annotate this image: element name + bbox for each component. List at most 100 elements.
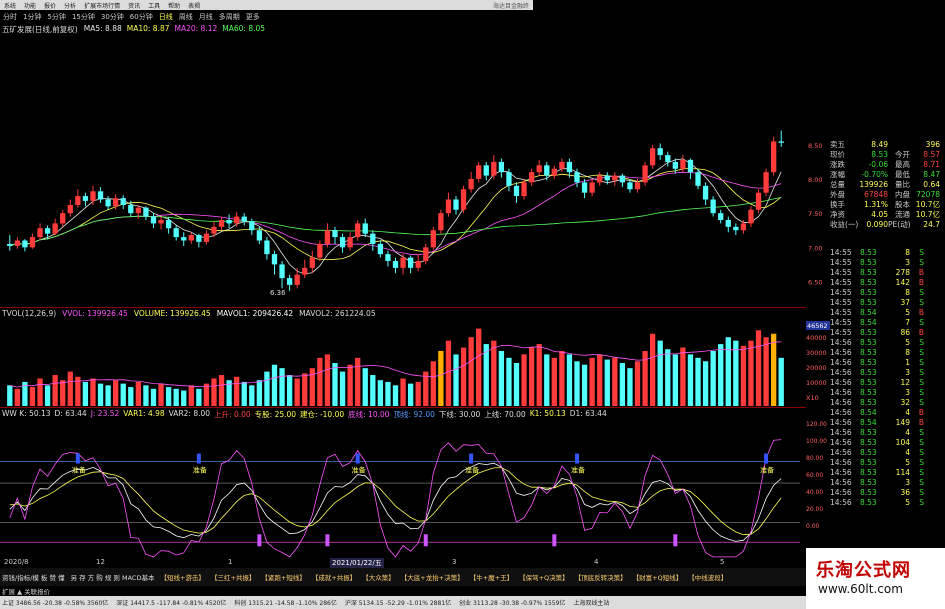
tick-row[interactable]: 14:56 8.53 3 S	[830, 368, 945, 378]
formula-button[interactable]: 【短线+游击】	[160, 572, 204, 582]
tick-side: B	[918, 308, 924, 317]
tick-row[interactable]: 14:55 8.53 8 S	[830, 288, 945, 298]
formula-button[interactable]: 【财富+Q短线】	[633, 572, 683, 582]
tick-row[interactable]: 14:56 8.53 5 S	[830, 458, 945, 468]
period-tab[interactable]: 15分钟	[69, 12, 98, 22]
index-quote[interactable]: 上证 3486.56 -20.38 -0.58% 3560亿	[2, 598, 108, 607]
menu-item[interactable]: 功能	[20, 1, 40, 10]
menu-item[interactable]: 扩展市场行情	[80, 1, 124, 10]
tick-row[interactable]: 14:56 8.53 5 S	[830, 338, 945, 348]
menu-item[interactable]: 分析	[60, 1, 80, 10]
sub-toolbar[interactable]: 扩展 ▲ 关联报价	[2, 586, 50, 596]
index-quote[interactable]: 深证 14417.5 -117.84 -0.81% 4520亿	[116, 598, 226, 607]
tick-row[interactable]: 14:56 8.53 114 S	[830, 468, 945, 478]
period-tab[interactable]: 日线	[156, 12, 176, 22]
formula-button[interactable]: 【牛+魔+王】	[470, 572, 513, 582]
formula-button[interactable]: 【紧跑+短线】	[261, 572, 305, 582]
tick-price: 8.53	[860, 378, 877, 387]
tick-row[interactable]: 14:56 8.53 4 S	[830, 428, 945, 438]
tick-row[interactable]: 14:55 8.54 7 S	[830, 318, 945, 328]
tick-row[interactable]: 14:56 8.54 149 B	[830, 418, 945, 428]
menu-item[interactable]: 资讯	[124, 1, 144, 10]
menu-item[interactable]: 报价	[40, 1, 60, 10]
period-tab[interactable]: 1分钟	[20, 12, 44, 22]
volume-bar	[415, 381, 421, 406]
period-tab[interactable]: 分时	[0, 12, 20, 22]
period-tab[interactable]: 周线	[176, 12, 196, 22]
tick-row[interactable]: 14:56 8.53 5 S	[830, 498, 945, 508]
volume-chart[interactable]	[0, 318, 806, 406]
quote-value: 1.31%	[864, 200, 888, 209]
tick-volume: 3	[905, 368, 910, 377]
formula-button[interactable]: 【大众策】	[362, 572, 395, 582]
volume-bar	[264, 371, 270, 406]
candle-body	[740, 223, 747, 231]
candle-body	[271, 254, 278, 265]
menu-item[interactable]: 工具	[144, 1, 164, 10]
tick-row[interactable]: 14:56 8.53 12 S	[830, 378, 945, 388]
volume-bar	[740, 345, 747, 406]
tick-row[interactable]: 14:55 8.53 37 S	[830, 298, 945, 308]
tick-price: 8.54	[860, 308, 877, 317]
date-axis: 2020/8 12 1 2021/01/22/五 3 4 5	[0, 558, 806, 568]
volume-bar	[105, 385, 111, 406]
tick-row[interactable]: 14:55 8.53 278 B	[830, 268, 945, 278]
candle-body	[536, 165, 542, 173]
formula-button[interactable]: 【成就+共振】	[312, 572, 356, 582]
volume-bar	[339, 371, 346, 406]
quote-value: 8.47	[923, 170, 940, 179]
candle-body	[748, 209, 754, 224]
volume-bar	[665, 349, 671, 406]
index-quote[interactable]: 创业 3113.28 -30.38 -0.97% 1559亿	[459, 598, 565, 607]
period-tab[interactable]: 月线	[196, 12, 216, 22]
index-quote[interactable]: 沪深 5134.15 -52.29 -1.01% 2881亿	[345, 598, 451, 607]
period-tab[interactable]: 30分钟	[98, 12, 127, 22]
tick-row[interactable]: 14:55 8.53 3 S	[830, 258, 945, 268]
tick-volume: 5	[905, 498, 910, 507]
low-price-label: 6.36	[270, 289, 286, 297]
indicator-chart[interactable]: 准备 准备 准备 准备 准备 准备	[0, 418, 806, 558]
date-axis-label: 5	[720, 558, 725, 566]
formula-button[interactable]: 【中线波段】	[688, 572, 727, 582]
period-tab[interactable]: 60分钟	[127, 12, 156, 22]
candle-body	[665, 155, 671, 162]
tick-side: B	[918, 328, 924, 337]
tick-row[interactable]: 14:56 8.53 3 S	[830, 388, 945, 398]
watermark: 乐淘公式网 www.60lt.com	[806, 548, 945, 609]
tick-row[interactable]: 14:56 8.53 8 S	[830, 348, 945, 358]
candle-body	[612, 175, 618, 181]
tick-row[interactable]: 14:56 8.53 32 S	[830, 398, 945, 408]
tick-row[interactable]: 14:56 8.53 1 S	[830, 358, 945, 368]
tick-side: S	[919, 398, 924, 407]
tick-list[interactable]: 14:55 8.53 8 S 14:55 8.53 3 S 14:55 8.53 278 B 14:55…	[830, 248, 945, 508]
tick-row[interactable]: 14:55 8.53 8 S	[830, 248, 945, 258]
tick-row[interactable]: 14:56 8.54 4 B	[830, 408, 945, 418]
tick-price: 8.53	[860, 458, 877, 467]
formula-button[interactable]: 【保驾+Q决策】	[519, 572, 569, 582]
tick-row[interactable]: 14:56 8.53 4 S	[830, 448, 945, 458]
formula-button[interactable]: 资钱/指标/模 板 赞 懂	[2, 572, 65, 582]
formula-button[interactable]: 【三红+共振】	[211, 572, 255, 582]
candlestick-chart[interactable]: 6.36	[0, 34, 806, 334]
index-quote[interactable]: 科创 1315.21 -14.58 -1.10% 286亿	[234, 598, 336, 607]
candle-body	[324, 230, 331, 244]
tick-row[interactable]: 14:56 8.53 104 S	[830, 438, 945, 448]
tick-row[interactable]: 14:55 8.53 142 B	[830, 278, 945, 288]
formula-button[interactable]: 另 存 方 购 规 则 MACD基本	[71, 572, 155, 582]
formula-button[interactable]: 【大底+龙抬+决策】	[401, 572, 464, 582]
period-tab[interactable]: 5分钟	[44, 12, 68, 22]
candle-body	[400, 257, 406, 268]
period-tab[interactable]: 更多	[243, 12, 263, 22]
tick-row[interactable]: 14:55 8.54 5 B	[830, 308, 945, 318]
menu-item[interactable]: 帮助	[164, 1, 184, 10]
volume-bar	[672, 354, 678, 406]
tick-row[interactable]: 14:56 8.53 3 S	[830, 478, 945, 488]
index-quote[interactable]: 上海双线主站	[573, 598, 609, 607]
menu-item[interactable]: 系统	[0, 1, 20, 10]
tick-row[interactable]: 14:56 8.53 36 S	[830, 488, 945, 498]
menu-item[interactable]: 表揭	[184, 1, 204, 10]
tick-row[interactable]: 14:55 8.53 86 B	[830, 328, 945, 338]
formula-button[interactable]: 【顶底反转决策】	[575, 572, 627, 582]
tick-side: S	[919, 298, 924, 307]
period-tab[interactable]: 多周期	[216, 12, 243, 22]
